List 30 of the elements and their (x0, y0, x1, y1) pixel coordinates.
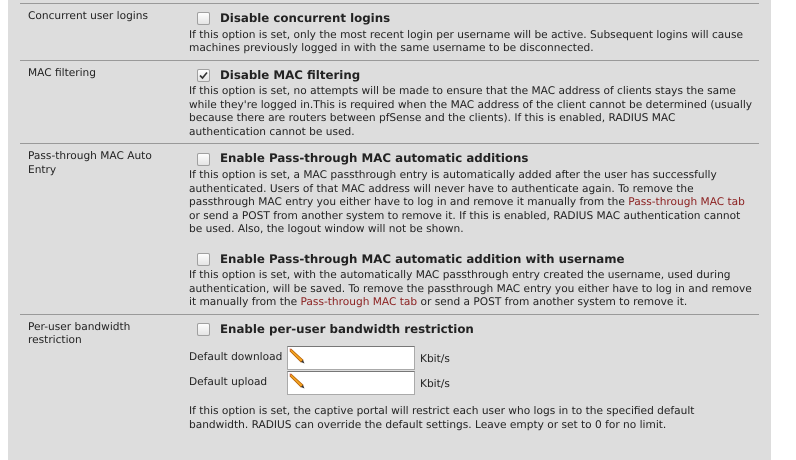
option-title: Enable Pass-through MAC automatic additions (220, 150, 528, 168)
option-description: If this option is set, no attempts will be made to ensure that the MAC address of clients stays the same while they're logged in.This is required when the MAC address of the client cannot be determined (usually because there are routers between pfSense and the clients). If this is enabled, RADIUS MAC authentication cannot be used. (189, 85, 754, 140)
unit-label: Kbit/s (420, 377, 450, 392)
checkbox[interactable] (197, 252, 210, 266)
tab-link[interactable]: Pass-through MAC tab (300, 296, 418, 308)
tab-link[interactable]: Pass-through MAC tab (628, 196, 745, 208)
option-title: Enable per-user bandwidth restriction (220, 320, 474, 338)
pencil-icon (288, 372, 306, 390)
row-label: Per-user bandwidth restriction (27, 320, 132, 348)
pencil-icon (288, 347, 306, 366)
checkbox[interactable] (197, 12, 210, 26)
checkbox[interactable] (197, 69, 210, 82)
row-label: Concurrent user logins (27, 10, 149, 24)
input-field[interactable] (287, 371, 415, 396)
option-description: If this option is set, with the automatically MAC passthrough entry created the username, used during authentication, will be saved. To remove the passthrough MAC entry you either have to log in and remove it manually from the Pass-through MAC tab or send a POST from another system to remove it. (189, 269, 753, 310)
unit-label: Kbit/s (420, 352, 450, 368)
option-description: If this option is set, only the most recent login per username will be active. Subsequent logins will cause machines previously logged in with the same username to be disconnected. (189, 28, 744, 56)
row-label: Pass-through MAC Auto Entry (27, 150, 153, 178)
option-description: If this option is set, the captive portal will restrict each user who logs in to the specified default bandwidth. RADIUS can override the default settings. Leave empty or set to 0 for no limit. (189, 405, 696, 432)
field-label: Default upload (189, 375, 268, 390)
checkbox[interactable] (197, 152, 210, 166)
option-description: If this option is set, a MAC passthrough entry is automatically added after the user has successfully authenticated. Users of that MAC address will never have to authenticate again. To remove the passthrough MAC entry you either have to log in and remove it manually from the Pass-through MAC tab or send a POST from another system to remove it. If this is enabled, RADIUS MAC authentication cannot be used. Also, the logout window will not be shown. (189, 169, 746, 237)
field-label: Default download (189, 350, 284, 366)
check-icon (199, 71, 208, 80)
row-label: MAC filtering (27, 66, 97, 81)
input-field[interactable] (287, 346, 415, 370)
option-title: Enable Pass-through MAC automatic addition with username (220, 250, 624, 268)
checkbox[interactable] (197, 323, 210, 336)
option-title: Disable concurrent logins (220, 10, 390, 27)
option-title: Disable MAC filtering (220, 66, 360, 84)
